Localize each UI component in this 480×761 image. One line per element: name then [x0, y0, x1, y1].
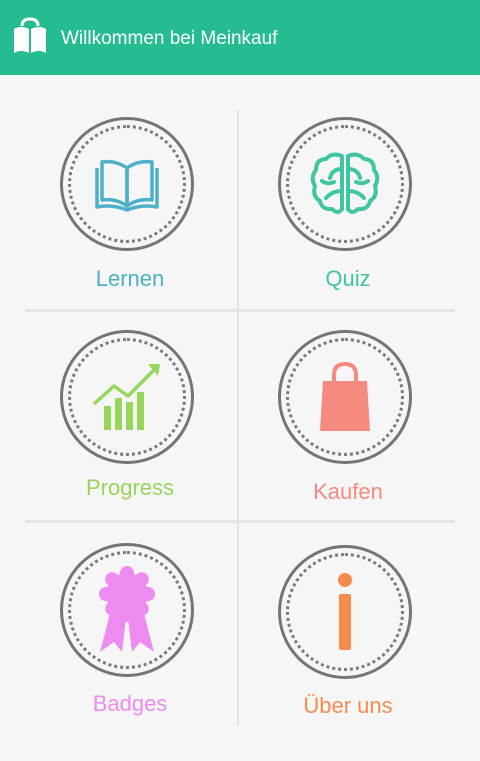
app-title: Willkommen bei Meinkauf: [61, 28, 278, 49]
tile-label-quiz: Quiz: [325, 266, 371, 291]
tile-label-progress: Progress: [85, 475, 175, 500]
tile-progress[interactable]: Progress: [25, 318, 235, 518]
grid-divider-vertical: [237, 110, 239, 725]
grid-divider-horizontal-1: [25, 309, 455, 312]
tile-label-badges: Badges: [92, 691, 168, 716]
tile-ueber-uns-circle: [278, 545, 412, 679]
grid-divider-horizontal-2: [25, 520, 455, 523]
growth-chart-icon: [92, 364, 160, 430]
shopping-bag-icon: [320, 361, 370, 431]
tile-badges-circle: [60, 543, 194, 677]
tile-kaufen[interactable]: Kaufen: [243, 318, 453, 518]
tile-label-ueber-uns: Über uns: [303, 693, 393, 718]
tile-kaufen-circle: [278, 330, 412, 464]
info-icon: [338, 573, 352, 650]
app-bar: Willkommen bei Meinkauf: [0, 0, 480, 75]
tile-badges[interactable]: Badges: [25, 533, 235, 733]
tile-lernen-circle: [60, 117, 194, 251]
tile-label-lernen: Lernen: [95, 266, 165, 291]
tile-progress-circle: [60, 330, 194, 464]
tile-quiz-circle: [278, 117, 412, 251]
open-book-icon: [95, 159, 159, 212]
brain-icon: [310, 152, 380, 214]
tile-label-kaufen: Kaufen: [313, 479, 383, 504]
tile-quiz[interactable]: Quiz: [243, 107, 453, 307]
award-ribbon-icon: [99, 566, 155, 652]
open-book-icon: [14, 17, 46, 53]
tile-lernen[interactable]: Lernen: [25, 107, 235, 307]
tile-ueber-uns[interactable]: Über uns: [243, 533, 453, 733]
